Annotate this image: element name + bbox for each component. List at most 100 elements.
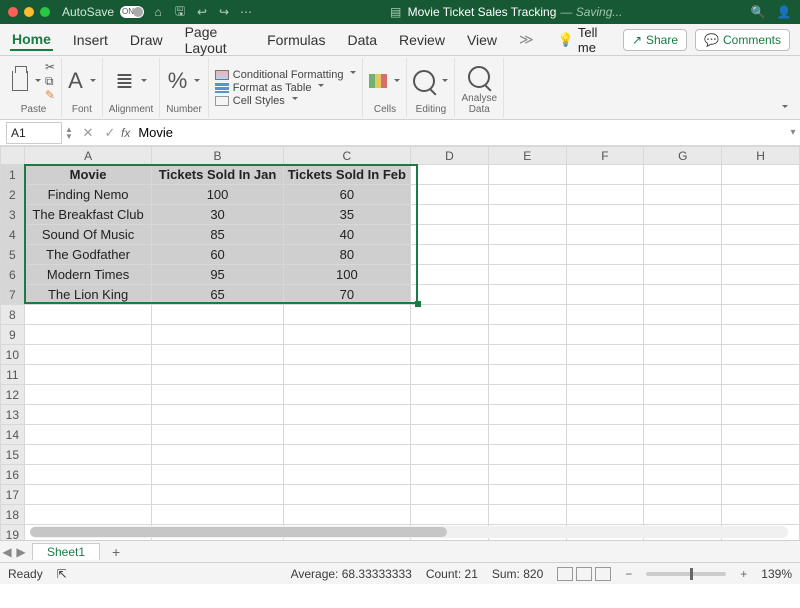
cell-D11[interactable] [411,365,489,385]
cell-F12[interactable] [566,385,644,405]
row-header-10[interactable]: 10 [1,345,25,365]
cell-E15[interactable] [488,445,566,465]
cell-B3[interactable]: 30 [152,205,283,225]
cells-icon[interactable] [369,74,387,88]
share-button[interactable]: ↗Share [623,29,687,51]
cell-G18[interactable] [644,505,722,525]
cell-A1[interactable]: Movie [24,165,152,185]
format-as-table-button[interactable]: Format as Table [215,82,357,94]
cell-H18[interactable] [722,505,800,525]
cell-G17[interactable] [644,485,722,505]
fill-handle[interactable] [415,301,421,307]
cell-D2[interactable] [411,185,489,205]
row-header-2[interactable]: 2 [1,185,25,205]
cell-D1[interactable] [411,165,489,185]
cell-F8[interactable] [566,305,644,325]
cell-C6[interactable]: 100 [283,265,410,285]
cell-G14[interactable] [644,425,722,445]
paste-dropdown-icon[interactable] [32,74,41,89]
row-header-12[interactable]: 12 [1,385,25,405]
editing-icon[interactable] [413,70,435,92]
cell-F16[interactable] [566,465,644,485]
cell-E3[interactable] [488,205,566,225]
cell-E18[interactable] [488,505,566,525]
row-header-9[interactable]: 9 [1,325,25,345]
cell-C1[interactable]: Tickets Sold In Feb [283,165,410,185]
tab-data[interactable]: Data [345,30,379,50]
cell-E6[interactable] [488,265,566,285]
row-header-15[interactable]: 15 [1,445,25,465]
cell-B11[interactable] [152,365,283,385]
cell-H9[interactable] [722,325,800,345]
cs-dropdown-icon[interactable] [289,95,298,107]
cell-A11[interactable] [24,365,152,385]
cell-A3[interactable]: The Breakfast Club [24,205,152,225]
cell-B17[interactable] [152,485,283,505]
cell-H1[interactable] [722,165,800,185]
cell-E14[interactable] [488,425,566,445]
cell-E7[interactable] [488,285,566,305]
font-dropdown-icon[interactable] [87,74,96,89]
cell-E13[interactable] [488,405,566,425]
cell-F3[interactable] [566,205,644,225]
cell-F2[interactable] [566,185,644,205]
cell-B7[interactable]: 65 [152,285,283,305]
cell-E5[interactable] [488,245,566,265]
cell-B5[interactable]: 60 [152,245,283,265]
cell-C5[interactable]: 80 [283,245,410,265]
row-header-4[interactable]: 4 [1,225,25,245]
cell-E17[interactable] [488,485,566,505]
cell-H16[interactable] [722,465,800,485]
copy-icon[interactable]: ⧉ [45,74,55,88]
cell-B14[interactable] [152,425,283,445]
cell-F9[interactable] [566,325,644,345]
cell-F5[interactable] [566,245,644,265]
cf-dropdown-icon[interactable] [347,69,356,81]
fat-dropdown-icon[interactable] [315,82,324,94]
cell-H15[interactable] [722,445,800,465]
accessibility-icon[interactable]: ⇱ [57,567,67,581]
search-icon[interactable]: 🔍 [750,5,766,19]
cell-D5[interactable] [411,245,489,265]
cell-A4[interactable]: Sound Of Music [24,225,152,245]
autosave-toggle[interactable]: ON [120,6,144,18]
cell-D15[interactable] [411,445,489,465]
redo-icon[interactable]: ↪ [216,5,232,19]
editing-dropdown-icon[interactable] [439,74,448,89]
select-all-corner[interactable] [1,147,25,165]
cell-G8[interactable] [644,305,722,325]
cell-A5[interactable]: The Godfather [24,245,152,265]
cell-H13[interactable] [722,405,800,425]
column-header-E[interactable]: E [488,147,566,165]
tab-review[interactable]: Review [397,30,447,50]
cell-B4[interactable]: 85 [152,225,283,245]
sheet-nav-next-icon[interactable]: ▶ [14,545,28,559]
cell-H11[interactable] [722,365,800,385]
cell-B6[interactable]: 95 [152,265,283,285]
cell-D14[interactable] [411,425,489,445]
normal-view-icon[interactable] [557,567,573,581]
cell-A16[interactable] [24,465,152,485]
cell-G10[interactable] [644,345,722,365]
cell-F6[interactable] [566,265,644,285]
cells-dropdown-icon[interactable] [391,74,400,89]
column-header-A[interactable]: A [24,147,152,165]
cell-E2[interactable] [488,185,566,205]
cell-C8[interactable] [283,305,410,325]
column-header-H[interactable]: H [722,147,800,165]
cell-B8[interactable] [152,305,283,325]
column-header-G[interactable]: G [644,147,722,165]
tab-home[interactable]: Home [10,29,53,51]
cell-D13[interactable] [411,405,489,425]
cell-B18[interactable] [152,505,283,525]
cell-C18[interactable] [283,505,410,525]
column-header-B[interactable]: B [152,147,283,165]
cell-C11[interactable] [283,365,410,385]
home-icon[interactable]: ⌂ [150,5,166,19]
cell-B12[interactable] [152,385,283,405]
cell-F13[interactable] [566,405,644,425]
cell-G12[interactable] [644,385,722,405]
cell-D7[interactable] [411,285,489,305]
cell-G2[interactable] [644,185,722,205]
number-icon[interactable]: % [168,68,188,94]
